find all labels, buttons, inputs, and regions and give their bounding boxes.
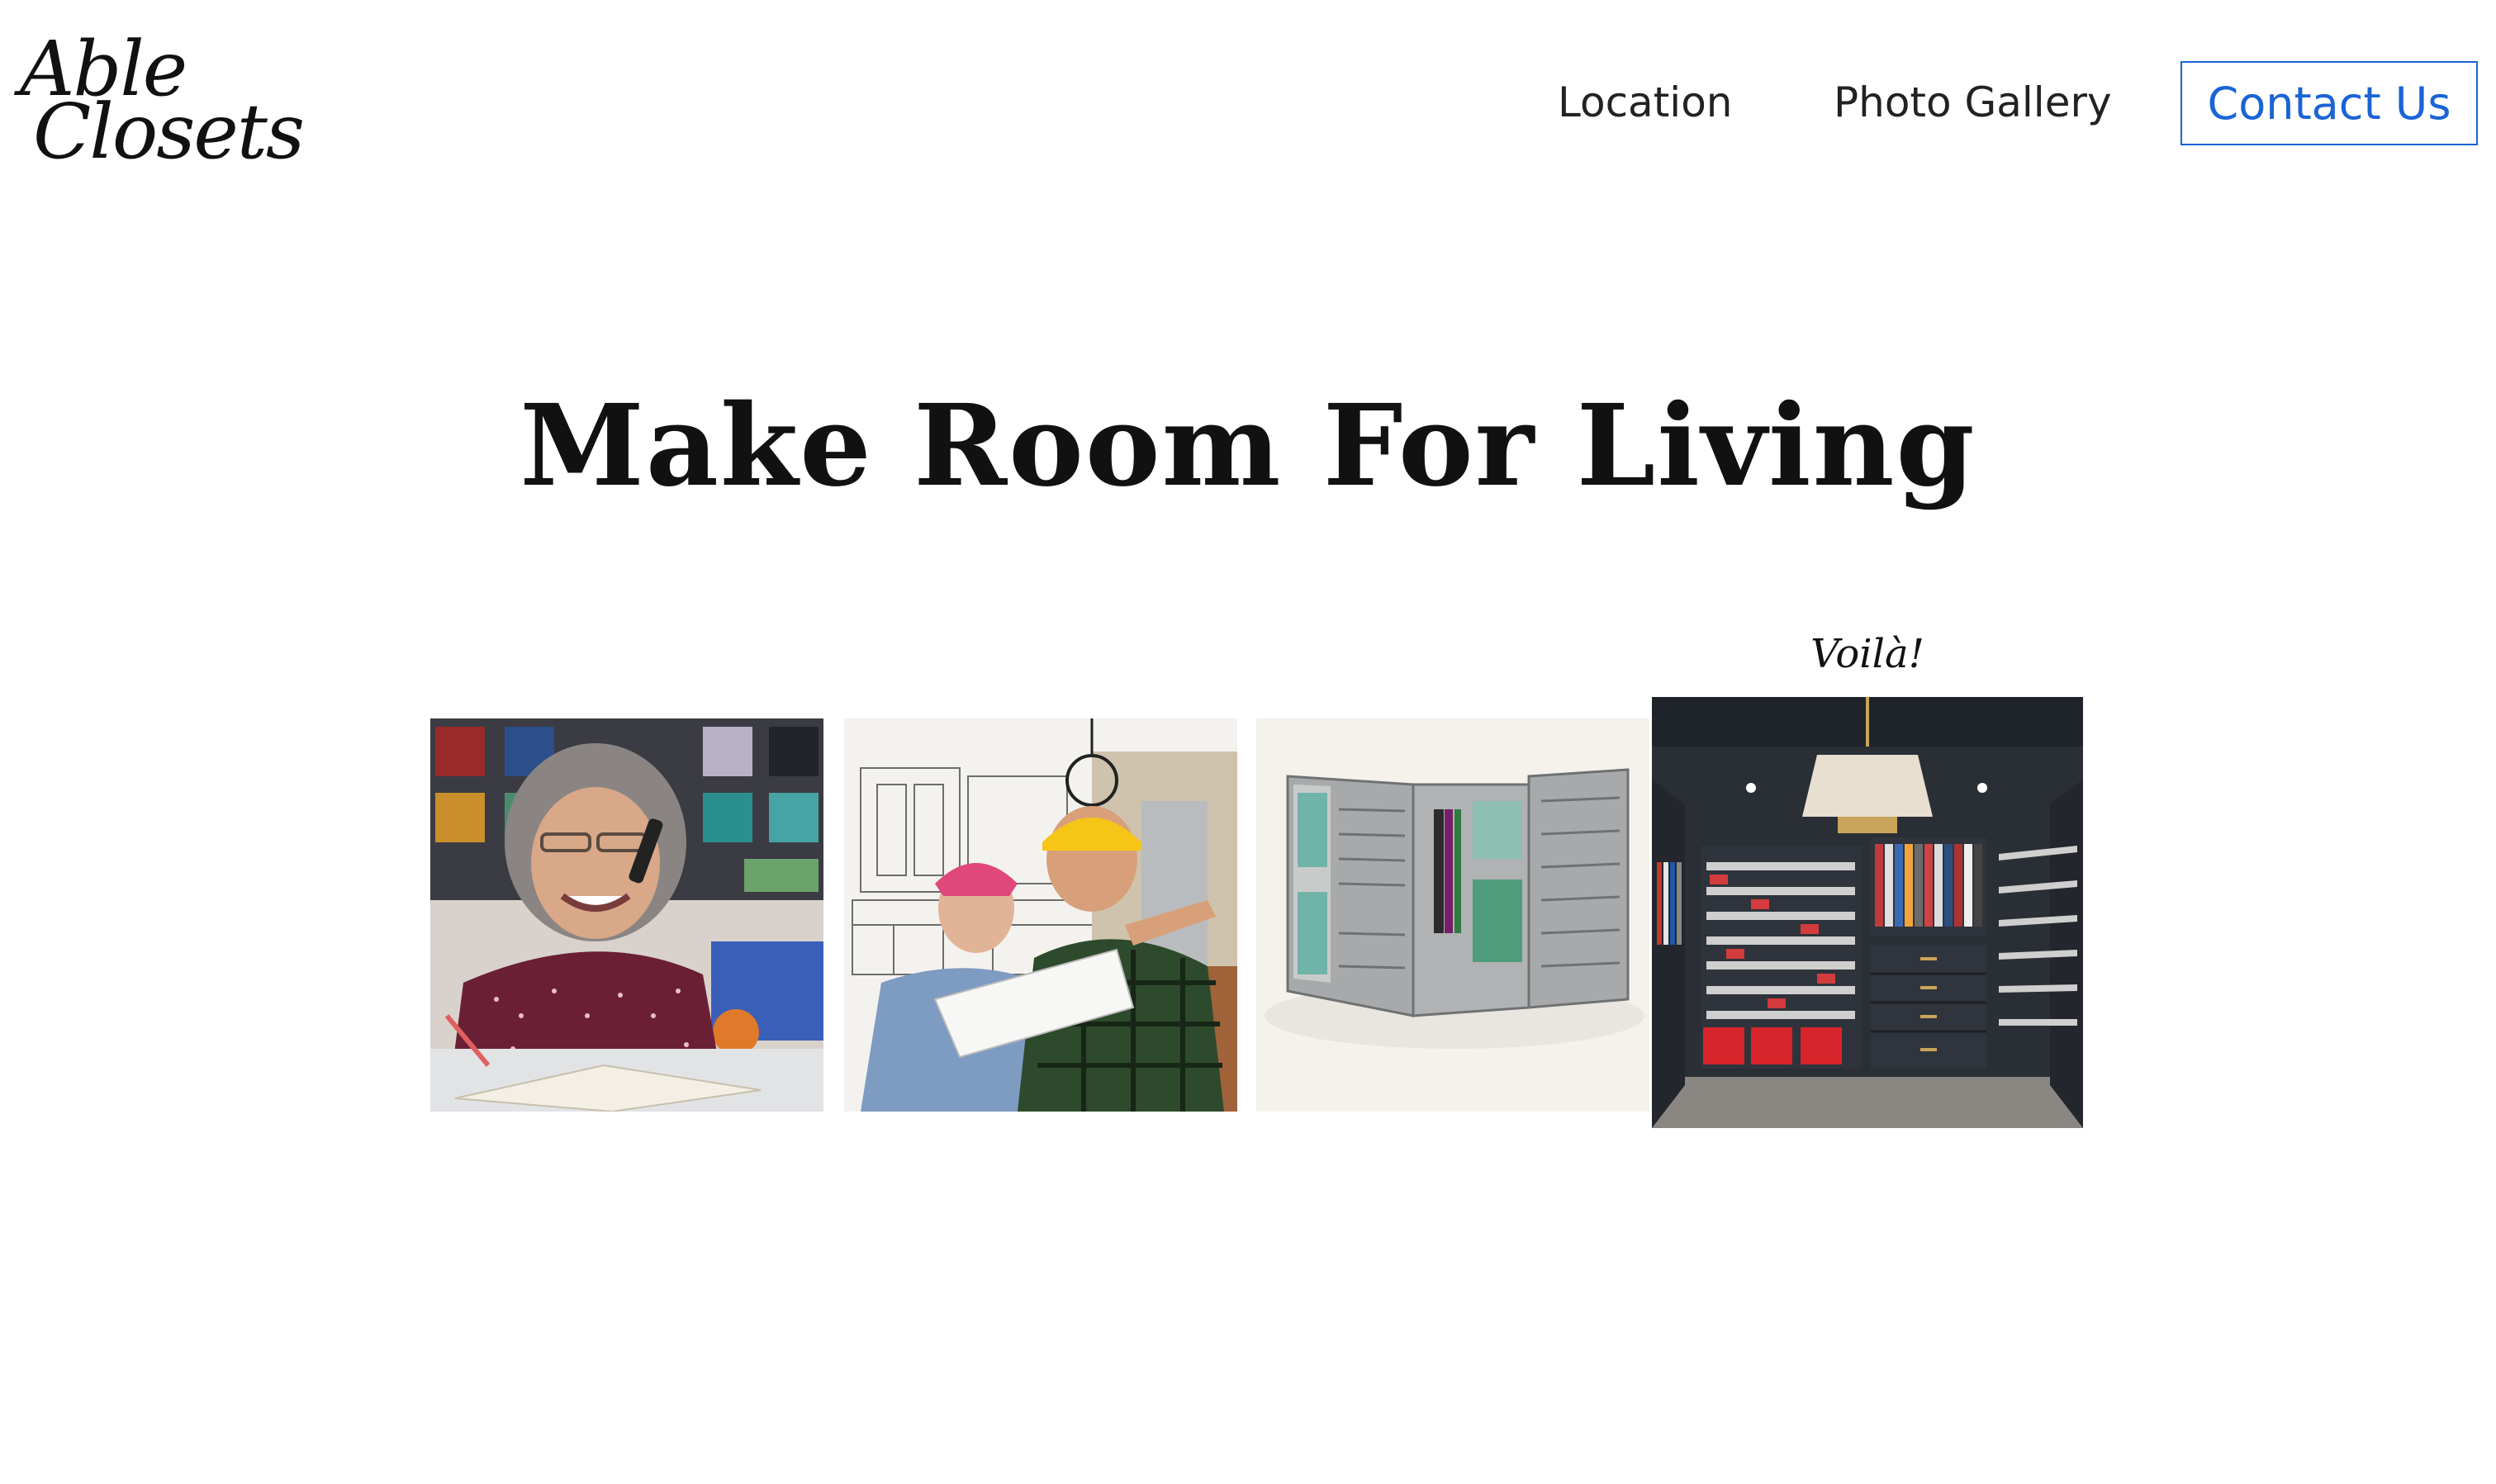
closet-design-render [1256, 718, 1649, 1112]
page-title: Make Room For Living [520, 380, 1976, 512]
logo[interactable]: Able Closets [17, 31, 305, 172]
finished-walk-in-closet-photo [1652, 697, 2083, 1128]
nav-photo-gallery-link[interactable]: Photo Gallery [1834, 78, 2112, 127]
contractor-blueprint-photo [844, 718, 1237, 1112]
logo-line-2: Closets [33, 88, 305, 176]
nav-location-link[interactable]: Location [1558, 78, 1732, 127]
woman-on-phone-photo [430, 718, 823, 1112]
contact-us-button[interactable]: Contact Us [2180, 61, 2478, 145]
page: Able Closets Location Photo Gallery Cont… [0, 0, 2496, 1484]
gallery-caption: Voilà! [1810, 631, 1924, 677]
